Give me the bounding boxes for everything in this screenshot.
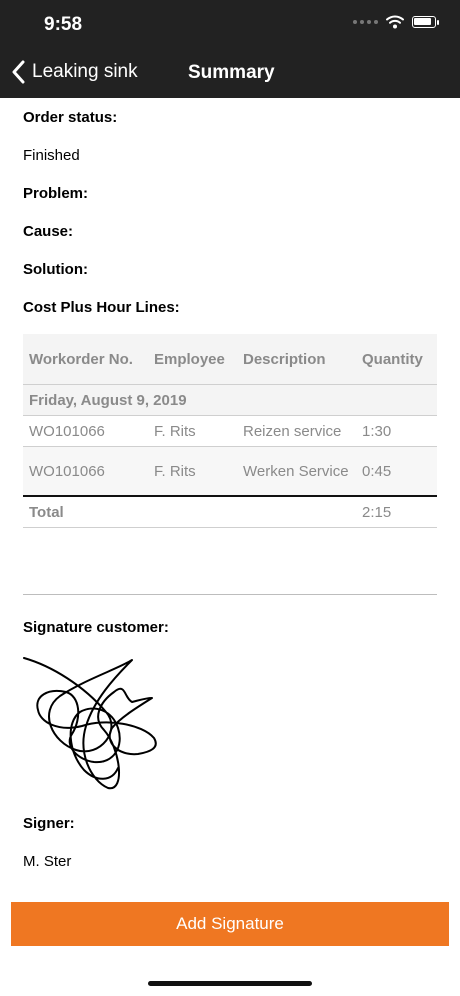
cell-employee: F. Rits [148, 415, 237, 447]
cause-label: Cause: [23, 223, 74, 240]
solution-label: Solution: [23, 261, 88, 278]
total-row: Total 2:15 [23, 495, 437, 528]
cell-employee: F. Rits [148, 446, 237, 496]
signer-label: Signer: [23, 815, 75, 832]
wifi-icon [386, 15, 404, 29]
signer-value: M. Ster [23, 853, 72, 870]
order-status-label: Order status: [23, 109, 118, 126]
battery-icon [412, 16, 439, 28]
table-header-row: Workorder No. Employee Description Quant… [23, 334, 437, 385]
order-status-value: Finished [23, 147, 80, 164]
top-bar: 9:58 Leaking sink Summary [0, 0, 460, 98]
cell-workorder: WO101066 [23, 446, 148, 496]
date-cell: Friday, August 9, 2019 [23, 384, 437, 416]
back-label: Leaking sink [32, 61, 138, 82]
signature-image [23, 657, 157, 790]
table-row: WO101066 F. Rits Werken Service 0:45 [23, 446, 437, 496]
cell-quantity: 1:30 [356, 415, 437, 447]
cell-workorder: WO101066 [23, 415, 148, 447]
header-description: Description [237, 334, 356, 385]
home-indicator[interactable] [148, 981, 312, 986]
total-quantity: 2:15 [356, 495, 437, 528]
cell-description: Werken Service [237, 446, 356, 496]
header-workorder: Workorder No. [23, 334, 148, 385]
table-row: WO101066 F. Rits Reizen service 1:30 [23, 415, 437, 447]
signature-label: Signature customer: [23, 619, 169, 636]
signal-icon [353, 20, 378, 24]
problem-label: Problem: [23, 185, 89, 202]
cell-description: Reizen service [237, 415, 356, 447]
chevron-left-icon [12, 60, 25, 84]
header-employee: Employee [148, 334, 237, 385]
add-signature-button[interactable]: Add Signature [11, 902, 449, 946]
status-icons [353, 15, 439, 29]
cost-lines-label: Cost Plus Hour Lines: [23, 299, 180, 316]
page-title: Summary [188, 62, 275, 83]
section-divider [23, 594, 437, 595]
date-row: Friday, August 9, 2019 [23, 384, 437, 416]
total-label: Total [23, 495, 148, 528]
back-button[interactable]: Leaking sink [12, 60, 138, 84]
cost-hour-table: Workorder No. Employee Description Quant… [23, 334, 437, 528]
header-quantity: Quantity [356, 334, 437, 385]
cell-quantity: 0:45 [356, 446, 437, 496]
status-time: 9:58 [44, 14, 83, 35]
